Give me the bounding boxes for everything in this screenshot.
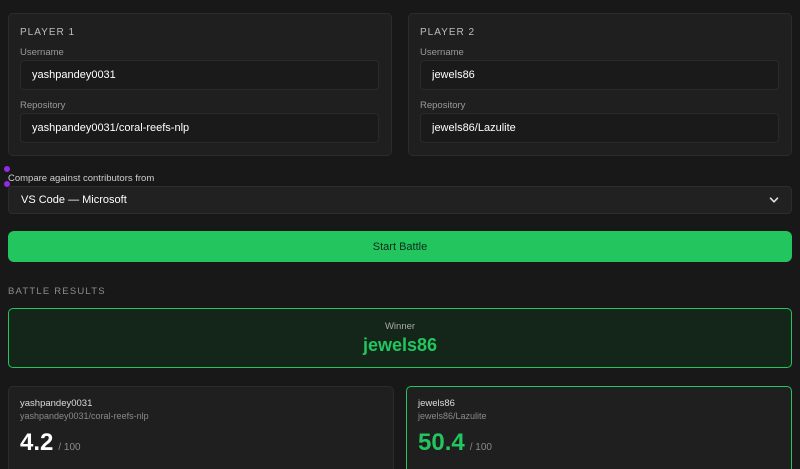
compare-selected-value: VS Code — Microsoft bbox=[21, 194, 127, 206]
player1-username-label: Username bbox=[20, 47, 64, 58]
score-max: / 100 bbox=[58, 442, 81, 453]
score-row: 4.2 / 100 bbox=[20, 429, 382, 457]
compare-select[interactable]: VS Code — Microsoft bbox=[8, 186, 792, 214]
player2-title: PLAYER 2 bbox=[420, 27, 476, 38]
player2-card: PLAYER 2 Username Repository bbox=[408, 13, 792, 156]
player1-title: PLAYER 1 bbox=[20, 27, 76, 38]
player1-repo-input[interactable] bbox=[20, 113, 379, 143]
player2-repo-input[interactable] bbox=[420, 113, 779, 143]
battle-results-heading: BATTLE RESULTS bbox=[8, 286, 106, 297]
player2-repo-label: Repository bbox=[420, 100, 466, 111]
player1-card: PLAYER 1 Username Repository bbox=[8, 13, 392, 156]
score-value: 50.4 bbox=[418, 429, 465, 456]
compare-label: Compare against contributors from bbox=[8, 173, 155, 184]
player2-username-label: Username bbox=[420, 47, 464, 58]
winner-panel: Winner jewels86 bbox=[8, 308, 792, 368]
player1-username-input[interactable] bbox=[20, 60, 379, 90]
player1-repo-label: Repository bbox=[20, 100, 66, 111]
score-card-username: yashpandey0031 bbox=[20, 398, 93, 409]
score-card-repo: yashpandey0031/coral-reefs-nlp bbox=[20, 411, 149, 421]
marker-dot-icon bbox=[4, 166, 10, 172]
start-battle-button[interactable]: Start Battle bbox=[8, 231, 792, 262]
player2-score-card: jewels86 jewels86/Lazulite 50.4 / 100 bbox=[406, 386, 792, 469]
score-row: 50.4 / 100 bbox=[418, 429, 780, 457]
chevron-down-icon bbox=[769, 197, 779, 203]
score-card-username: jewels86 bbox=[418, 398, 455, 409]
player2-username-input[interactable] bbox=[420, 60, 779, 90]
winner-name: jewels86 bbox=[362, 335, 438, 355]
score-card-repo: jewels86/Lazulite bbox=[418, 411, 487, 421]
player1-score-card: yashpandey0031 yashpandey0031/coral-reef… bbox=[8, 386, 394, 469]
winner-label: Winner bbox=[384, 321, 416, 332]
score-value: 4.2 bbox=[20, 429, 54, 456]
score-max: / 100 bbox=[469, 442, 492, 453]
